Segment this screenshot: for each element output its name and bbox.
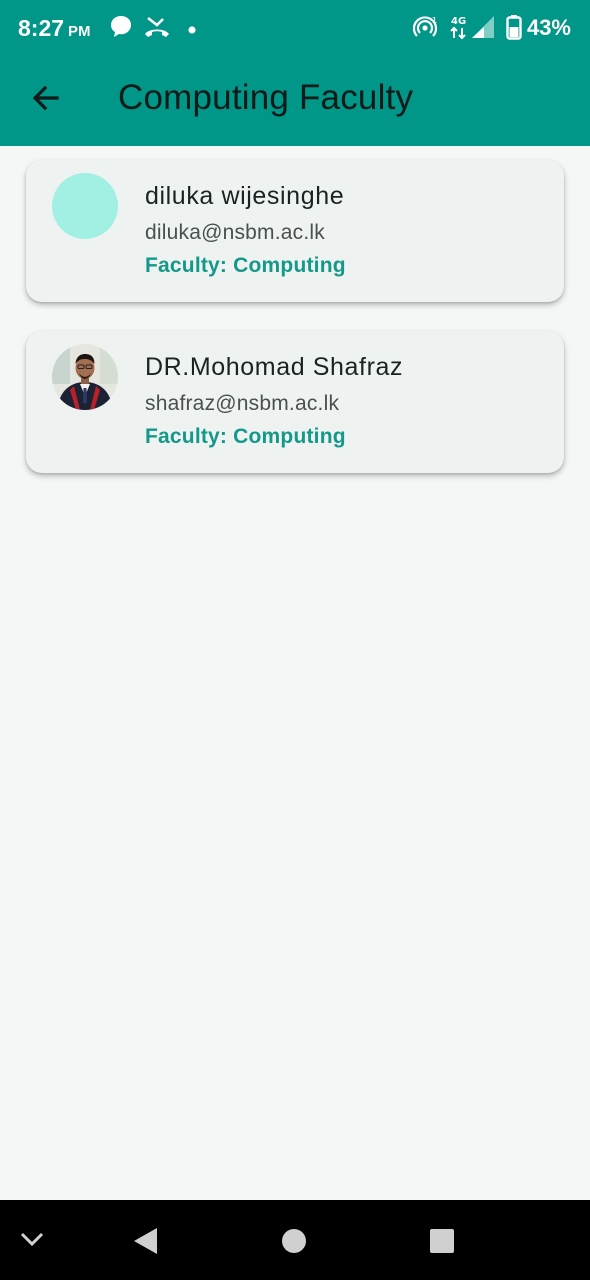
back-button[interactable]: [22, 76, 70, 124]
nav-back-button[interactable]: [130, 1226, 160, 1261]
battery-icon: [506, 14, 522, 45]
status-time: 8:27 PM: [18, 15, 91, 42]
member-email: shafraz@nsbm.ac.lk: [145, 392, 340, 415]
4g-icon: 4G: [450, 14, 468, 45]
arrow-back-icon: [31, 83, 61, 118]
svg-text:1: 1: [432, 16, 437, 25]
member-card[interactable]: diluka wijesinghe diluka@nsbm.ac.lk Facu…: [26, 160, 564, 302]
avatar: [52, 173, 118, 239]
chat-bubble-icon: [109, 14, 133, 45]
recents-square-icon: [429, 1229, 455, 1258]
member-faculty: Faculty: Computing: [145, 254, 346, 277]
avatar: [52, 344, 118, 410]
dot-icon: [187, 22, 197, 40]
network-type-label: 4G: [451, 16, 466, 27]
nav-hide-button[interactable]: [18, 1228, 46, 1257]
member-card[interactable]: DR.Mohomad Shafraz shafraz@nsbm.ac.lk Fa…: [26, 331, 564, 473]
nav-recents-button[interactable]: [429, 1228, 455, 1259]
app-bar: Computing Faculty: [0, 56, 590, 146]
avatar-photo: [52, 344, 118, 410]
member-email: diluka@nsbm.ac.lk: [145, 221, 325, 244]
page-title: Computing Faculty: [118, 78, 414, 117]
back-triangle-icon: [130, 1228, 160, 1260]
chevron-down-icon: [18, 1232, 46, 1256]
home-circle-icon: [281, 1229, 307, 1258]
signal-icon: [470, 16, 496, 45]
system-nav-bar: [0, 1200, 590, 1280]
member-name: DR.Mohomad Shafraz: [145, 353, 404, 381]
missed-call-icon: [143, 14, 171, 45]
hotspot-icon: 1: [412, 14, 439, 45]
member-name: diluka wijesinghe: [145, 182, 345, 210]
status-time-ampm: PM: [68, 23, 91, 40]
status-bar: 8:27 PM 1 4G 43%: [0, 0, 590, 56]
member-faculty: Faculty: Computing: [145, 425, 346, 448]
status-time-value: 8:27: [18, 15, 65, 41]
nav-home-button[interactable]: [281, 1228, 307, 1259]
battery-percentage: 43%: [526, 15, 571, 40]
member-list: diluka wijesinghe diluka@nsbm.ac.lk Facu…: [26, 160, 564, 502]
